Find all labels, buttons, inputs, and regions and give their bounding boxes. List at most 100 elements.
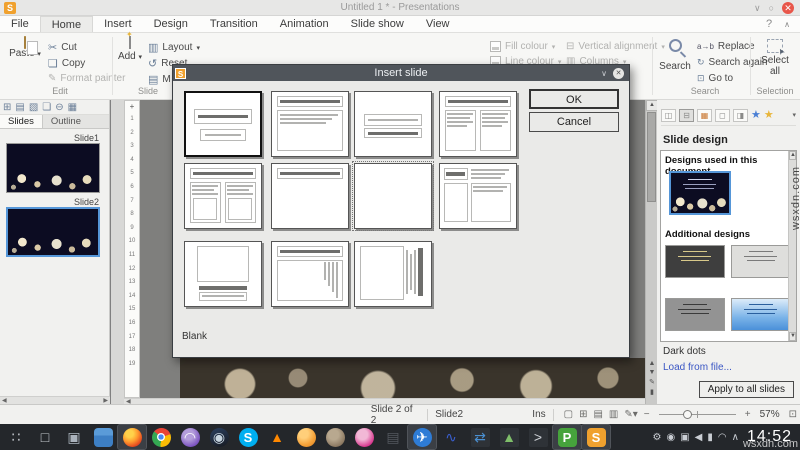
normal-view-icon[interactable]: ⊞ bbox=[3, 102, 11, 113]
collapse-ribbon-icon[interactable]: ∧ bbox=[784, 20, 790, 29]
zoom-slider-handle[interactable] bbox=[683, 410, 693, 419]
slideshow-icon[interactable]: ▦ bbox=[68, 102, 77, 113]
steam-icon[interactable]: ◉ bbox=[205, 425, 233, 449]
format-painter-button[interactable]: ✎ Format painter bbox=[48, 73, 125, 84]
close-icon[interactable]: ✕ bbox=[782, 2, 794, 14]
dialog-close-icon[interactable]: ✕ bbox=[613, 67, 624, 79]
screenshot-tool-icon[interactable]: ▣ bbox=[60, 425, 88, 449]
menu-tab-design[interactable]: Design bbox=[143, 16, 199, 32]
menu-tab-transition[interactable]: Transition bbox=[199, 16, 269, 32]
fit-slide-icon[interactable]: ⊡ bbox=[789, 409, 797, 420]
cut-button[interactable]: ✂ Cut bbox=[48, 41, 77, 54]
wifi-tray-icon[interactable]: ◠ bbox=[718, 432, 727, 443]
zoom-slider[interactable] bbox=[658, 410, 736, 419]
tray-expand-icon[interactable]: ∧ bbox=[732, 432, 739, 443]
skype-icon[interactable]: S bbox=[234, 425, 262, 449]
title-vertical-text-layout[interactable] bbox=[271, 241, 349, 307]
scrollbar-thumb[interactable] bbox=[647, 112, 656, 202]
panel-tab-slides[interactable]: Slides bbox=[0, 115, 43, 128]
prev-slide-icon[interactable]: ▲ bbox=[649, 360, 656, 367]
record-tray-icon[interactable]: ◉ bbox=[666, 432, 675, 443]
layout-button[interactable]: ▥ Layout ▾ bbox=[148, 41, 200, 54]
light-design-thumbnail[interactable] bbox=[731, 245, 791, 278]
menu-tab-file[interactable]: File bbox=[0, 16, 40, 32]
minimize-icon[interactable]: ∨ bbox=[754, 2, 761, 14]
used-design-thumbnail[interactable] bbox=[669, 171, 731, 215]
centered-text-layout[interactable] bbox=[354, 91, 432, 157]
battery-tray-icon[interactable]: ▮ bbox=[707, 432, 713, 443]
search-button[interactable]: Search bbox=[658, 39, 692, 72]
pen-tools-icon[interactable]: ✎▾ bbox=[624, 409, 637, 420]
slide-sorter-icon[interactable]: ⊞ bbox=[579, 409, 587, 420]
zoom-in-button[interactable]: + bbox=[745, 409, 751, 420]
volume-tray-icon[interactable]: ◀ bbox=[695, 432, 703, 443]
settings-tray-icon[interactable]: ⚙ bbox=[653, 432, 662, 443]
new-slide-icon[interactable]: ▧ bbox=[29, 102, 38, 113]
slide-list-item[interactable]: Slide2 bbox=[6, 197, 103, 257]
app-launcher-icon[interactable]: ∷ bbox=[2, 425, 30, 449]
select-all-button[interactable]: Select all bbox=[756, 39, 794, 77]
handout-view-icon[interactable]: ▥ bbox=[609, 409, 618, 420]
star-yellow-icon[interactable]: ★ bbox=[764, 109, 774, 122]
menu-tab-slide-show[interactable]: Slide show bbox=[340, 16, 415, 32]
pen-mini-icon[interactable]: ✎ bbox=[649, 378, 655, 386]
dialog-minimize-icon[interactable]: ∨ bbox=[601, 69, 607, 78]
duplicate-slide-icon[interactable]: ❏ bbox=[42, 102, 51, 113]
audio-app-icon[interactable]: ∿ bbox=[437, 425, 465, 449]
normal-view-icon[interactable]: ▢ bbox=[564, 409, 573, 420]
music-player-icon[interactable] bbox=[292, 425, 320, 449]
slides-panel-scrollbar[interactable]: ◀ ▶ bbox=[0, 396, 110, 404]
maximize-icon[interactable]: ○ bbox=[769, 2, 774, 14]
dialog-titlebar[interactable]: S Insert slide ∨ ✕ bbox=[173, 65, 629, 81]
manage-button[interactable]: ▤Manage bbox=[148, 73, 170, 86]
notes-page-icon[interactable]: ▤ bbox=[593, 409, 602, 420]
menu-tab-animation[interactable]: Animation bbox=[269, 16, 340, 32]
gimp-icon[interactable] bbox=[321, 425, 349, 449]
vertical-title-text-layout[interactable] bbox=[354, 241, 432, 307]
pink-app-icon[interactable] bbox=[350, 425, 378, 449]
transfer-app-icon[interactable]: ⇄ bbox=[466, 425, 494, 449]
next-slide-icon[interactable]: ▼ bbox=[649, 369, 656, 376]
slide-thumbnail[interactable] bbox=[6, 207, 100, 257]
outline-view-icon[interactable]: ▤ bbox=[15, 102, 24, 113]
two-content-layout[interactable] bbox=[184, 163, 262, 229]
presentations-app-icon[interactable]: S bbox=[581, 424, 611, 450]
slide-thumbnail[interactable] bbox=[6, 143, 100, 193]
content-title-layout[interactable] bbox=[439, 163, 517, 229]
star-blue-icon[interactable]: ★ bbox=[751, 109, 761, 122]
master-pages-icon[interactable]: ◫ bbox=[661, 108, 676, 122]
messenger-app-icon[interactable]: ✈ bbox=[407, 424, 437, 450]
web-browser-icon[interactable]: ◠ bbox=[176, 425, 204, 449]
zoom-out-button[interactable]: − bbox=[644, 409, 650, 420]
cancel-button[interactable]: Cancel bbox=[529, 112, 619, 132]
vlc-icon[interactable]: ▲ bbox=[263, 425, 291, 449]
fill-colour-button[interactable]: Fill colour ▾ bbox=[490, 41, 555, 52]
custom-animation-icon[interactable]: ⊟ bbox=[679, 108, 694, 122]
delete-slide-icon[interactable]: ⊖ bbox=[55, 102, 63, 113]
terminal-icon[interactable]: > bbox=[524, 425, 552, 449]
title-two-content-layout[interactable] bbox=[439, 91, 517, 157]
file-manager-icon[interactable] bbox=[89, 425, 117, 449]
apply-to-all-slides-button[interactable]: Apply to all slides bbox=[698, 381, 794, 398]
slide-list-item[interactable]: Slide1 bbox=[6, 133, 103, 193]
dark-design-thumbnail[interactable] bbox=[665, 245, 725, 278]
vertical-alignment-button[interactable]: ⊟ Vertical alignment ▾ bbox=[566, 41, 665, 52]
paste-button[interactable]: Paste ▾ bbox=[8, 36, 42, 59]
title-slide-layout[interactable] bbox=[184, 91, 262, 157]
load-from-file-link[interactable]: Load from file... bbox=[663, 362, 732, 373]
chrome-icon[interactable] bbox=[147, 425, 175, 449]
copy-button[interactable]: ❏ Copy bbox=[48, 57, 85, 70]
menu-tab-view[interactable]: View bbox=[415, 16, 461, 32]
canvas-vertical-scrollbar[interactable]: ▲ ▲ ▼ ✎ ▮ bbox=[645, 100, 658, 404]
blue-design-thumbnail[interactable] bbox=[731, 298, 791, 331]
title-content-layout[interactable] bbox=[271, 91, 349, 157]
styles-icon[interactable]: ◻ bbox=[715, 108, 730, 122]
clipboard-tray-icon[interactable]: ▣ bbox=[680, 432, 689, 443]
menu-tab-insert[interactable]: Insert bbox=[93, 16, 143, 32]
clipboard-app-icon[interactable]: ▤ bbox=[379, 425, 407, 449]
blank-layout[interactable] bbox=[352, 161, 434, 231]
go-to-button[interactable]: ⊡ Go to bbox=[697, 73, 733, 84]
image-viewer-icon[interactable]: ▲ bbox=[495, 425, 523, 449]
ok-button[interactable]: OK bbox=[529, 89, 619, 109]
panel-tab-outline[interactable]: Outline bbox=[43, 115, 89, 128]
